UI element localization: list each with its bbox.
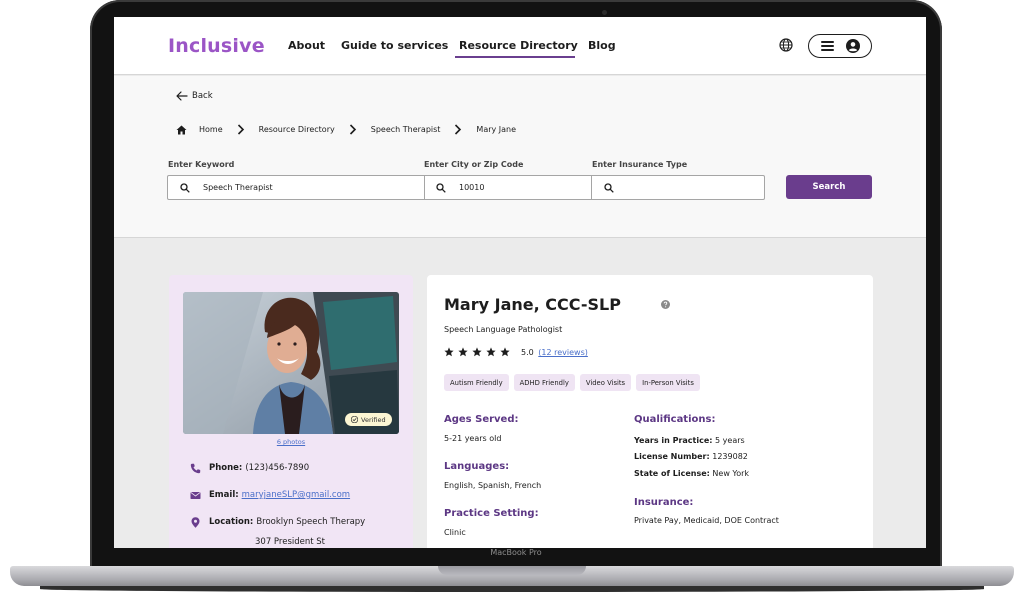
ages-heading: Ages Served:: [444, 414, 519, 425]
chevron-right-icon: [349, 124, 356, 135]
location-value: 10010: [459, 183, 485, 192]
breadcrumb-resource-directory[interactable]: Resource Directory: [259, 125, 335, 134]
license-number: License Number: 1239082: [634, 452, 748, 461]
location-input[interactable]: 10010: [436, 176, 586, 199]
check-icon: [351, 416, 358, 423]
location-row: Location: Brooklyn Speech Therapy: [190, 517, 365, 528]
phone-row: Phone: (123)456-7890: [190, 463, 309, 474]
email-icon: [190, 492, 201, 499]
email-label: Email:: [209, 490, 239, 500]
help-icon[interactable]: [661, 300, 670, 309]
provider-name: Mary Jane, CCC-SLP: [444, 295, 621, 314]
tag-adhd-friendly: ADHD Friendly: [513, 374, 575, 391]
account-menu-button[interactable]: [808, 34, 872, 58]
location-pin-icon: [191, 517, 200, 528]
tag-list: Autism Friendly ADHD Friendly Video Visi…: [444, 374, 700, 391]
email-link[interactable]: maryjaneSLP@gmail.com: [242, 490, 350, 500]
search-button[interactable]: Search: [786, 175, 872, 199]
star-icon: [444, 347, 454, 357]
provider-title: Speech Language Pathologist: [444, 325, 563, 334]
state-label: State of License:: [634, 469, 710, 478]
license-label: License Number:: [634, 452, 710, 461]
chevron-right-icon: [237, 124, 244, 135]
search-icon: [180, 182, 190, 193]
state-value: New York: [712, 469, 750, 478]
search-section: Back Home Resource Directory Speech Ther…: [114, 76, 926, 238]
insurance-input[interactable]: [604, 176, 754, 199]
practice-setting-heading: Practice Setting:: [444, 508, 539, 519]
device-label: MacBook Pro: [490, 548, 542, 557]
star-icon: [486, 347, 496, 357]
license-value: 1239082: [712, 452, 748, 461]
location-label: Enter City or Zip Code: [424, 160, 524, 169]
star-icon: [500, 347, 510, 357]
back-label: Back: [192, 91, 213, 101]
photos-link[interactable]: 6 photos: [169, 438, 413, 446]
breadcrumb-current: Mary Jane: [476, 125, 517, 134]
breadcrumb-speech-therapist[interactable]: Speech Therapist: [371, 125, 441, 134]
tag-autism-friendly: Autism Friendly: [444, 374, 509, 391]
rating-value: 5.0: [521, 348, 534, 357]
location-label: Location:: [209, 517, 254, 527]
laptop-base-notch: [438, 566, 586, 575]
years-in-practice: Years in Practice: 5 years: [634, 436, 745, 445]
nav-blog[interactable]: Blog: [588, 39, 616, 52]
user-icon: [846, 39, 860, 53]
breadcrumb: Home Resource Directory Speech Therapist…: [176, 124, 516, 135]
top-navigation: Inclusive About Guide to services Resour…: [114, 17, 926, 75]
location-line1: Brooklyn Speech Therapy: [256, 517, 366, 527]
nav-resource-directory[interactable]: Resource Directory: [459, 39, 578, 52]
years-label: Years in Practice:: [634, 436, 713, 445]
back-link[interactable]: Back: [176, 89, 213, 103]
state-of-license: State of License: New York: [634, 469, 749, 478]
verified-badge: Verified: [345, 413, 392, 426]
laptop-base-shadow: [40, 586, 984, 592]
menu-icon: [821, 41, 834, 51]
location-line2: 307 President St: [255, 537, 326, 547]
phone-label: Phone:: [209, 463, 243, 473]
languages-value: English, Spanish, French: [444, 481, 542, 490]
keyword-value: Speech Therapist: [203, 183, 273, 192]
search-bar: Speech Therapist 10010: [167, 175, 765, 200]
globe-icon[interactable]: [779, 38, 793, 52]
keyword-input[interactable]: Speech Therapist: [180, 176, 420, 199]
years-value: 5 years: [715, 436, 745, 445]
provider-details-card: Mary Jane, CCC-SLP Speech Language Patho…: [427, 275, 873, 548]
insurance-label: Enter Insurance Type: [592, 160, 688, 169]
reviews-link[interactable]: (12 reviews): [538, 348, 588, 357]
nav-active-indicator: [455, 56, 575, 58]
tag-video-visits: Video Visits: [579, 374, 632, 391]
practice-setting-value: Clinic: [444, 528, 466, 537]
nav-guide-to-services[interactable]: Guide to services: [341, 39, 448, 52]
star-rating: [444, 347, 510, 357]
search-divider: [591, 176, 592, 199]
screen: Inclusive About Guide to services Resour…: [114, 17, 926, 548]
email-row: Email: maryjaneSLP@gmail.com: [190, 490, 350, 501]
insurance-heading: Insurance:: [634, 497, 694, 508]
camera-dot: [602, 10, 607, 15]
verified-label: Verified: [361, 415, 386, 424]
search-icon: [436, 182, 446, 193]
search-divider: [424, 176, 425, 199]
phone-value: (123)456-7890: [245, 463, 310, 473]
star-icon: [458, 347, 468, 357]
ages-value: 5-21 years old: [444, 434, 502, 443]
star-icon: [472, 347, 482, 357]
profile-photo[interactable]: Verified: [183, 292, 399, 434]
brand-logo[interactable]: Inclusive: [168, 35, 265, 57]
breadcrumb-home[interactable]: Home: [199, 125, 223, 134]
arrow-left-icon: [176, 91, 188, 101]
chevron-right-icon: [455, 124, 462, 135]
rating-summary: 5.0 (12 reviews): [521, 348, 588, 357]
keyword-label: Enter Keyword: [168, 160, 235, 169]
tag-in-person-visits: In-Person Visits: [636, 374, 700, 391]
qualifications-heading: Qualifications:: [634, 414, 716, 425]
phone-icon: [190, 463, 201, 474]
search-icon: [604, 182, 614, 193]
insurance-value: Private Pay, Medicaid, DOE Contract: [634, 516, 779, 525]
home-icon: [176, 125, 187, 134]
profile-card: Verified 6 photos Phone: (123)456-7890 E…: [169, 275, 413, 548]
nav-about[interactable]: About: [288, 39, 325, 52]
languages-heading: Languages:: [444, 461, 510, 472]
